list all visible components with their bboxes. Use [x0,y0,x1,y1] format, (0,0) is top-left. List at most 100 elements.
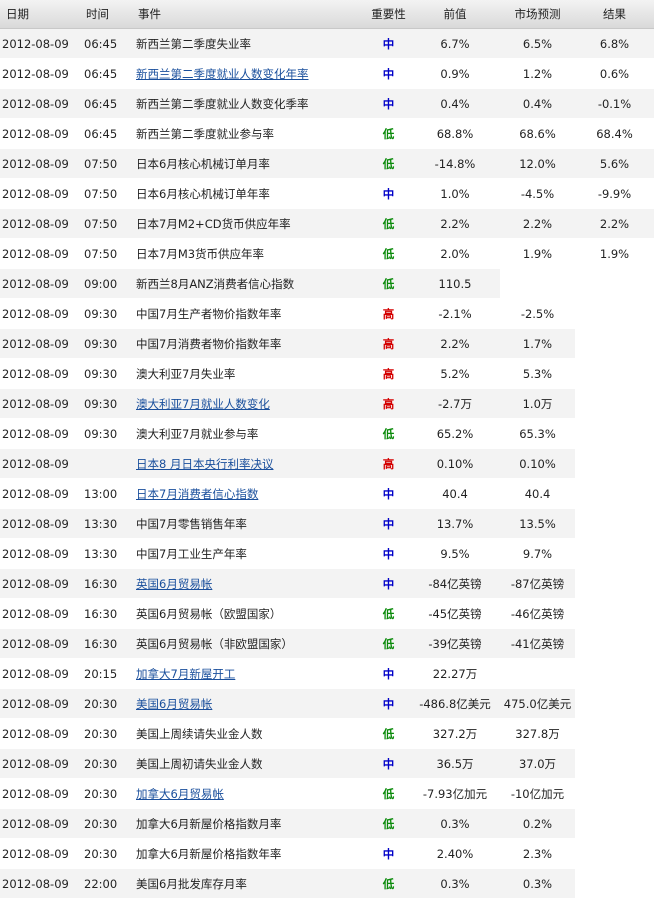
event-link[interactable]: 新西兰第二季度就业人数变化年率 [136,67,309,81]
table-row: 2012-08-09 20:30 美国6月贸易帐 中 -486.8亿美元 475.0亿美元 [0,688,654,719]
row-previous: 2.0% [410,238,500,269]
row-date: 2012-08-09 [0,118,80,149]
row-event: 日本8 月日本央行利率决议 [132,448,367,479]
row-date: 2012-08-09 [0,838,80,869]
header-actual: 结果 [575,0,654,29]
row-previous: -14.8% [410,148,500,179]
header-row: 日期 时间 事件 重要性 前值 市场预测 结果 [0,0,654,29]
row-date: 2012-08-09 [0,598,80,629]
row-forecast [500,658,575,689]
row-event: 加拿大6月新屋价格指数年率 [132,838,367,869]
importance-badge: 低 [367,208,410,239]
row-event: 美国6月批发库存月率 [132,868,367,899]
row-previous: -39亿英镑 [410,628,500,659]
row-date: 2012-08-09 [0,148,80,179]
row-time: 20:30 [80,718,132,749]
importance-badge: 高 [367,448,410,479]
row-date: 2012-08-09 [0,628,80,659]
row-actual [575,358,654,389]
row-forecast: 0.4% [500,88,575,119]
row-previous: 36.5万 [410,748,500,779]
row-previous: 2.2% [410,208,500,239]
row-event: 英国6月贸易帐（非欧盟国家） [132,628,367,659]
row-actual: 2.2% [575,208,654,239]
row-previous: -486.8亿美元 [410,688,500,719]
row-event: 日本7月M3货币供应年率 [132,238,367,269]
row-previous: 40.4 [410,478,500,509]
row-date: 2012-08-09 [0,388,80,419]
event-link[interactable]: 日本7月消费者信心指数 [136,487,258,501]
event-link[interactable]: 日本8 月日本央行利率决议 [136,457,273,471]
row-actual [575,718,654,749]
row-time: 20:30 [80,688,132,719]
row-event: 日本7月M2+CD货币供应年率 [132,208,367,239]
header-date: 日期 [0,0,80,29]
row-event: 美国6月贸易帐 [132,688,367,719]
row-actual [575,538,654,569]
table-row: 2012-08-09 06:45 新西兰第二季度就业人数变化年率 中 0.9% 1.2% 0… [0,58,654,89]
row-actual [575,448,654,479]
event-link[interactable]: 英国6月贸易帐 [136,577,212,591]
row-actual [575,508,654,539]
importance-badge: 中 [367,478,410,509]
event-link[interactable]: 加拿大7月新屋开工 [136,667,235,681]
row-event: 日本6月核心机械订单年率 [132,178,367,209]
row-actual: 6.8% [575,28,654,59]
table-row: 2012-08-09 13:00 日本7月消费者信心指数中 40.4 40.4 [0,478,654,509]
row-time [80,448,132,479]
row-date: 2012-08-09 [0,268,80,299]
row-previous: 110.5 [410,268,500,299]
event-link[interactable]: 美国6月贸易帐 [136,697,212,711]
header-time: 时间 [80,0,132,29]
row-previous: 5.2% [410,358,500,389]
row-forecast: 65.3% [500,418,575,449]
table-row: 2012-08-09 09:00 新西兰8月ANZ消费者信心指数低 110.5 [0,268,654,299]
row-date: 2012-08-09 [0,658,80,689]
row-date: 2012-08-09 [0,688,80,719]
importance-badge: 低 [367,268,410,299]
row-previous: 68.8% [410,118,500,149]
row-date: 2012-08-09 [0,58,80,89]
row-time: 09:30 [80,328,132,359]
header-forecast: 市场预测 [500,0,575,29]
row-forecast: 13.5% [500,508,575,539]
row-actual: -0.1% [575,88,654,119]
row-actual [575,388,654,419]
importance-badge: 低 [367,118,410,149]
row-date: 2012-08-09 [0,448,80,479]
row-actual [575,568,654,599]
importance-badge: 中 [367,508,410,539]
row-previous: 9.5% [410,538,500,569]
row-time: 07:50 [80,178,132,209]
row-actual [575,628,654,659]
row-forecast: 327.8万 [500,718,575,749]
importance-badge: 低 [367,778,410,809]
event-link[interactable]: 澳大利亚7月就业人数变化 [136,397,270,411]
table-row: 2012-08-09 07:50 日本7月M3货币供应年率低 2.0% 1.9% 1.9% [0,238,654,269]
event-link[interactable]: 加拿大6月贸易帐 [136,787,224,801]
row-actual [575,808,654,839]
row-forecast: 0.3% [500,868,575,899]
row-event: 中国7月工业生产年率 [132,538,367,569]
row-date: 2012-08-09 [0,358,80,389]
row-actual: 1.9% [575,238,654,269]
row-event: 加拿大6月新屋价格指数月率 [132,808,367,839]
importance-badge: 低 [367,808,410,839]
importance-badge: 中 [367,538,410,569]
row-event: 中国7月生产者物价指数年率 [132,298,367,329]
importance-badge: 中 [367,748,410,779]
row-time: 07:50 [80,208,132,239]
row-event: 美国上周初请失业金人数 [132,748,367,779]
row-previous: -84亿英镑 [410,568,500,599]
row-previous: 0.9% [410,58,500,89]
row-event: 英国6月贸易帐（欧盟国家） [132,598,367,629]
table-row: 2012-08-09 07:50 日本6月核心机械订单年率中 1.0% -4.5% -9.… [0,178,654,209]
row-time: 06:45 [80,88,132,119]
table-row: 2012-08-09 09:30 中国7月消费者物价指数年率高 2.2% 1.7% [0,328,654,359]
row-forecast: 2.3% [500,838,575,869]
row-previous: 0.3% [410,868,500,899]
row-actual [575,598,654,629]
row-date: 2012-08-09 [0,28,80,59]
row-event: 新西兰第二季度就业人数变化年率 [132,58,367,89]
table-row: 2012-08-09 13:30 中国7月工业生产年率中 9.5% 9.7% [0,538,654,569]
